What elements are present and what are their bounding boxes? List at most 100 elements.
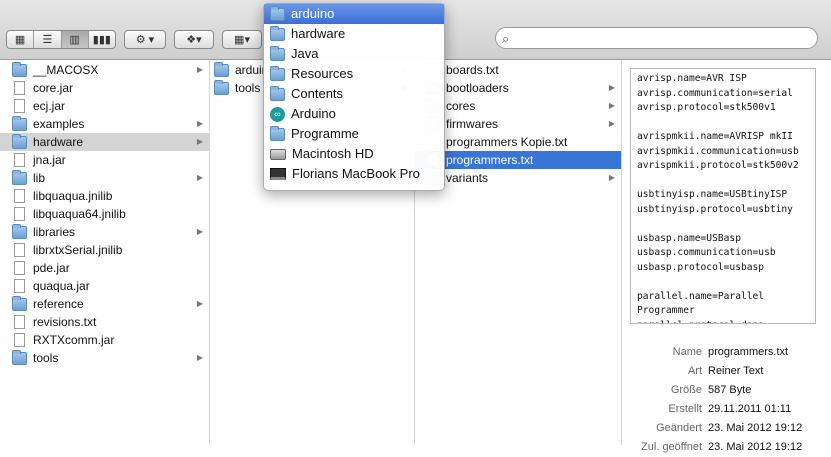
info-key: Zul. geöffnet <box>641 441 702 453</box>
list-item[interactable]: quaqua.jar <box>0 277 209 295</box>
list-item[interactable]: libquaqua.jnilib <box>0 187 209 205</box>
list-item-label: librxtxSerial.jnilib <box>33 243 123 257</box>
info-row: Geändert 23. Mai 2012 19:12 <box>620 419 831 438</box>
list-item-label: variants <box>446 171 489 185</box>
column-3: boards.txt bootloaders ▶ cores ▶ firmwares ▶ pr… <box>415 60 622 445</box>
document-icon <box>14 261 25 275</box>
disclosure-arrow-icon: ▶ <box>608 173 615 182</box>
popup-item[interactable]: Java <box>264 44 444 64</box>
list-item-label: libquaqua64.jnilib <box>33 207 126 221</box>
popup-item-label: Resources <box>291 66 354 81</box>
arrange-menu-button[interactable]: ▦ ▾ <box>222 30 262 49</box>
list-item[interactable]: tools ▶ <box>0 349 209 367</box>
icon-view-button[interactable]: ▦ <box>7 31 35 48</box>
preview-line: usbtinyisp.name=USBtinyISP <box>637 189 788 200</box>
list-item[interactable]: cores ▶ <box>415 97 621 115</box>
list-item[interactable]: jna.jar <box>0 151 209 169</box>
info-key: Erstellt <box>668 403 702 415</box>
popup-item-label: Contents <box>291 86 344 101</box>
hard-drive-icon <box>270 148 286 160</box>
list-item[interactable]: librxtxSerial.jnilib <box>0 241 209 259</box>
list-item[interactable]: ecj.jar <box>0 97 209 115</box>
disclosure-arrow-icon: ▶ <box>608 119 615 128</box>
disclosure-arrow-icon: ▶ <box>196 227 203 236</box>
list-item[interactable]: firmwares ▶ <box>415 115 621 133</box>
popup-item[interactable]: hardware <box>264 24 444 44</box>
disclosure-arrow-icon: ▶ <box>196 65 203 74</box>
document-icon <box>14 279 25 293</box>
popup-item[interactable]: Programme <box>264 124 444 144</box>
list-item[interactable]: RXTXcomm.jar <box>0 331 209 349</box>
dropbox-menu-button[interactable]: ❖ ▾ <box>174 30 214 49</box>
list-item[interactable]: pde.jar <box>0 259 209 277</box>
list-item[interactable]: libraries ▶ <box>0 223 209 241</box>
preview-line <box>637 116 809 131</box>
popup-item-label: hardware <box>291 26 346 41</box>
action-menu-button[interactable]: ⚙ ▾ <box>124 30 166 49</box>
document-icon <box>14 153 25 167</box>
preview-line <box>637 217 809 232</box>
grid-icon: ▦ <box>234 34 245 46</box>
list-item[interactable]: boards.txt <box>415 61 621 79</box>
list-item-label: jna.jar <box>33 153 66 167</box>
list-item-label: firmwares <box>446 117 499 131</box>
disclosure-arrow-icon: ▶ <box>196 173 203 182</box>
list-item[interactable]: programmers.txt <box>415 151 621 169</box>
popup-item-label: Macintosh HD <box>292 146 374 161</box>
dropbox-icon: ❖ <box>186 34 197 46</box>
list-item[interactable]: core.jar <box>0 79 209 97</box>
preview-line: usbasp.name=USBasp <box>637 232 741 244</box>
list-item-label: tools <box>33 351 59 365</box>
list-item[interactable]: libquaqua64.jnilib <box>0 205 209 223</box>
list-item[interactable]: hardware ▶ <box>0 133 209 151</box>
list-item[interactable]: __MACOSX ▶ <box>0 61 209 79</box>
preview-line: avrisp.communication=serial <box>637 87 793 99</box>
folder-icon <box>270 25 285 41</box>
popup-item[interactable]: Resources <box>264 64 444 84</box>
preview-line: parallel.name=Parallel <box>637 290 765 302</box>
document-icon <box>14 81 25 95</box>
list-item[interactable]: programmers Kopie.txt <box>415 133 621 151</box>
info-value: 23. Mai 2012 19:12 <box>708 422 803 434</box>
list-item[interactable]: lib ▶ <box>0 169 209 187</box>
preview-line: avrisp.protocol=stk500v1 <box>637 102 776 113</box>
list-item[interactable]: variants ▶ <box>415 169 621 187</box>
folder-icon <box>270 45 285 61</box>
list-item[interactable]: bootloaders ▶ <box>415 79 621 97</box>
arduino-app-icon: ∞ <box>270 106 285 122</box>
coverflow-view-button[interactable]: ▮▮▮ <box>89 31 115 48</box>
view-mode-control[interactable]: ▦ ☰ ▥ ▮▮▮ <box>6 30 116 49</box>
folder-icon <box>12 133 27 149</box>
list-item[interactable]: revisions.txt <box>0 313 209 331</box>
info-row: Name programmers.txt <box>620 343 831 362</box>
preview-line <box>637 174 809 189</box>
document-icon <box>14 207 25 221</box>
preview-line: usbtinyisp.protocol=usbtiny <box>637 203 793 215</box>
info-value: 587 Byte <box>708 384 752 396</box>
list-item[interactable]: reference ▶ <box>0 295 209 313</box>
popup-item[interactable]: ∞ Arduino <box>264 104 444 124</box>
info-row: Größe 587 Byte <box>620 381 831 400</box>
document-icon <box>14 243 25 257</box>
info-value: programmers.txt <box>708 346 789 358</box>
search-field[interactable]: ⌕ <box>495 27 818 49</box>
popup-item[interactable]: arduino <box>264 4 444 24</box>
popup-item[interactable]: Macintosh HD <box>264 144 444 164</box>
list-item-label: hardware <box>33 135 84 149</box>
list-item-label: boards.txt <box>446 63 499 77</box>
chevron-down-icon: ▾ <box>244 34 250 46</box>
info-key: Größe <box>670 384 702 396</box>
popup-item[interactable]: Florians MacBook Pro <box>264 164 444 184</box>
list-view-button[interactable]: ☰ <box>34 31 62 48</box>
popup-item[interactable]: Contents <box>264 84 444 104</box>
info-row: Art Reiner Text <box>620 362 831 381</box>
list-item[interactable]: examples ▶ <box>0 115 209 133</box>
column-view-button[interactable]: ▥ <box>61 31 89 48</box>
info-value: 23. Mai 2012 19:12 <box>708 441 803 453</box>
laptop-icon <box>270 168 286 180</box>
folder-icon <box>270 65 285 81</box>
folder-icon <box>214 79 229 95</box>
preview-line: usbasp.protocol=usbasp <box>637 261 765 273</box>
preview-line: usbasp.communication=usb <box>637 247 776 258</box>
list-item-label: examples <box>33 117 85 131</box>
